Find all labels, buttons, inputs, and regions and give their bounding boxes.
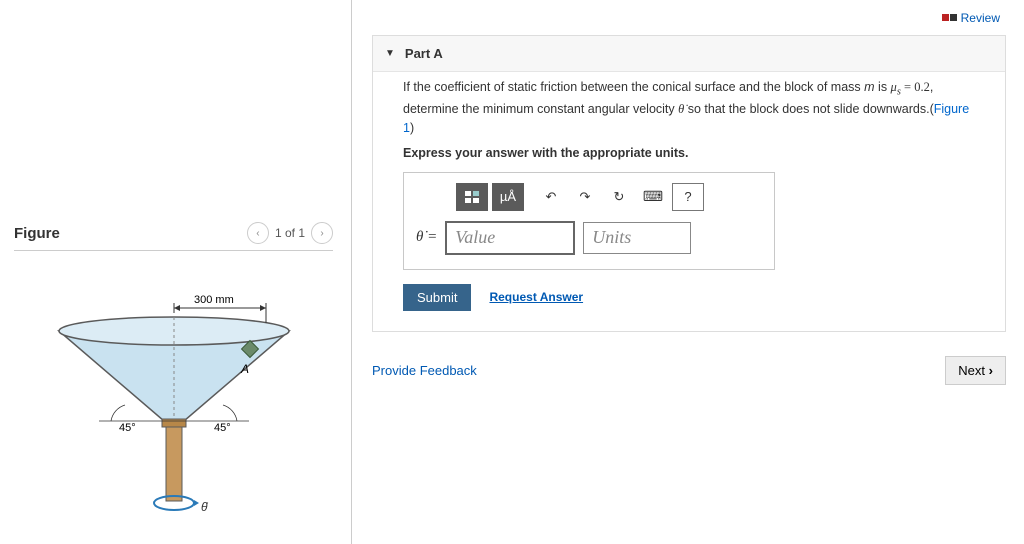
answer-box: µÅ ↶ ↷ ↻ ⌨ ? θ̇ = Value Units [403, 172, 775, 270]
request-answer-link[interactable]: Request Answer [489, 290, 583, 304]
question-prompt: If the coefficient of static friction be… [403, 78, 975, 138]
next-button[interactable]: Next › [945, 356, 1006, 385]
reset-button[interactable]: ↻ [604, 184, 634, 210]
answer-lhs: θ̇ = [416, 229, 437, 246]
figure-prev-button[interactable]: ‹ [247, 222, 269, 244]
part-label: Part A [405, 46, 443, 61]
submit-button[interactable]: Submit [403, 284, 471, 311]
figure-next-button[interactable]: › [311, 222, 333, 244]
collapse-icon: ▼ [385, 48, 395, 59]
figure-pager-text: 1 of 1 [275, 226, 305, 240]
special-chars-button[interactable]: µÅ [492, 183, 524, 211]
figure-title: Figure [14, 225, 60, 242]
review-link[interactable]: Review [942, 11, 1000, 25]
keyboard-button[interactable]: ⌨ [638, 184, 668, 210]
angle-right-label: 45° [214, 422, 231, 434]
value-input[interactable]: Value [445, 221, 575, 255]
units-input[interactable]: Units [583, 222, 691, 254]
undo-button[interactable]: ↶ [536, 184, 566, 210]
template-button[interactable] [456, 183, 488, 211]
part-a-header[interactable]: ▼ Part A [373, 36, 1005, 71]
provide-feedback-link[interactable]: Provide Feedback [372, 363, 477, 378]
dimension-label: 300 mm [194, 294, 234, 306]
theta-dot-label: θ̇ [201, 500, 209, 514]
redo-button[interactable]: ↷ [570, 184, 600, 210]
point-a-label: A [240, 362, 249, 376]
help-button[interactable]: ? [672, 183, 704, 211]
angle-left-label: 45° [119, 422, 136, 434]
figure-image: θ̇ A 300 mm 45° 45° [14, 251, 333, 531]
units-instruction: Express your answer with the appropriate… [403, 146, 975, 160]
part-a-panel: ▼ Part A If the coefficient of static fr… [372, 35, 1006, 332]
